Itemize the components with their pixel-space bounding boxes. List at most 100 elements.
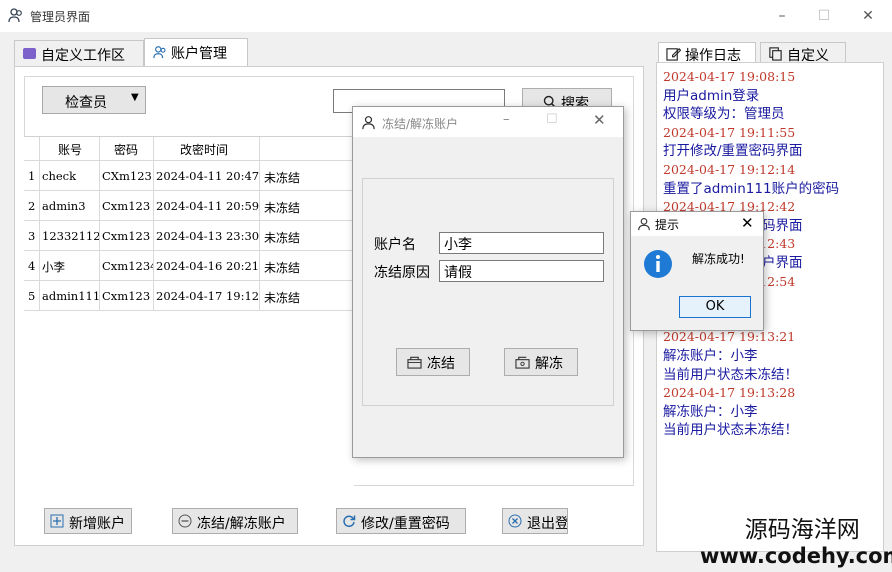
table-cell-index: 1 [24,161,40,190]
role-select[interactable]: 检查员 ▼ [42,86,146,114]
table-cell-status: 未冻结 [264,231,301,245]
log-message: 当前用户状态未冻结！ [663,422,798,439]
refresh-icon [343,515,356,528]
lock-icon [407,356,422,369]
table-cell-password: Cxm123 [100,281,154,310]
table-cell-password: CXm123 [100,161,154,190]
message-box-titlebar: 提示 ✕ [631,212,763,236]
users-app-icon [8,8,22,23]
log-message: 重置了admin111账户的密码 [663,180,840,197]
account-table: 账号 密码 改密时间 1checkCXm1232024-04-11 20:47:… [24,136,354,486]
minus-circle-icon [178,514,192,528]
table-cell-index: 2 [24,191,40,220]
table-row[interactable]: 5admin111Cxm1232024-04-17 19:12:14 未冻结 [24,281,354,311]
log-timestamp: 2024-04-17 19:13:28 [663,385,796,401]
window-title: 管理员界面 [30,10,91,24]
tab-label: 自定义工作区 [41,48,125,64]
header-password: 密码 [100,137,154,160]
table-cell-status: 未冻结 [264,261,301,275]
dialog-close-button[interactable]: ✕ [593,111,606,129]
watermark-line2: www.codehy.com [700,544,892,568]
table-cell-password: Cxm123 [100,191,154,220]
info-icon [644,250,672,278]
table-cell-index: 3 [24,221,40,250]
log-timestamp: 2024-04-17 19:11:55 [663,124,796,140]
log-message: 用户admin登录 [663,87,760,104]
unfreeze-button-label: 解冻 [535,356,563,372]
unfreeze-button[interactable]: 解冻 [504,348,578,376]
minimize-button[interactable]: – [770,6,794,26]
tab-custom-workspace[interactable]: 自定义工作区 [14,40,144,66]
role-select-value: 检查员 [65,95,107,111]
table-cell-account: 123321123 [40,221,100,250]
table-cell-password: Cxm1234 [100,251,154,280]
freeze-dialog-title: 冻结/解冻账户 [382,117,459,131]
edit-icon [666,48,681,61]
unlock-icon [515,356,530,369]
tab-label: 账户管理 [171,46,227,62]
maximize-button[interactable]: ☐ [812,6,836,26]
account-name-field[interactable]: 小李 [439,232,604,254]
user-icon [362,116,375,130]
close-button[interactable]: ✕ [856,6,880,26]
ok-button[interactable]: OK [679,296,751,318]
watermark: 源码海洋网 www.codehy.com [700,510,892,568]
table-cell-status: 未冻结 [264,201,301,215]
table-cell-time: 2024-04-11 20:59:56 [154,191,260,220]
tab-account-management[interactable]: 账户管理 [144,38,248,66]
freeze-account-button[interactable]: 冻结/解冻账户 [172,508,298,534]
watermark-line1: 源码海洋网 [744,517,860,543]
header-change-time: 改密时间 [154,137,260,160]
freeze-button-label: 冻结 [427,356,455,372]
reset-password-label: 修改/重置密码 [361,516,450,532]
add-account-label: 新增账户 [69,516,125,532]
title-bar: 管理员界面 – ☐ ✕ [0,0,892,32]
tab-custom[interactable]: 自定义 [760,42,846,64]
table-row[interactable]: 1checkCXm1232024-04-11 20:47:26 未冻结 [24,161,354,191]
table-cell-password: Cxm123 [100,221,154,250]
workspace-icon [23,48,36,59]
reset-password-button[interactable]: 修改/重置密码 [336,508,466,534]
logout-button[interactable]: 退出登 [502,508,568,534]
close-circle-icon [508,514,522,528]
copy-icon [769,47,782,61]
log-message: 解冻账户：小李 [663,347,758,364]
table-cell-time: 2024-04-17 19:12:14 [154,281,260,310]
table-cell-account: check [40,161,100,190]
dialog-maximize-button[interactable]: ☐ [546,112,558,127]
table-header: 账号 密码 改密时间 [24,137,354,161]
dialog-minimize-button[interactable]: – [503,112,510,127]
table-cell-account: 小李 [40,251,100,280]
header-account: 账号 [40,137,100,160]
account-name-label: 账户名 [374,237,416,253]
table-row[interactable]: 3123321123Cxm1232024-04-13 23:30:00 未冻结 [24,221,354,251]
logout-label: 退出登 [527,516,568,532]
log-message: 权限等级为：管理员 [663,106,785,123]
tab-operation-log[interactable]: 操作日志 [658,42,756,64]
message-box-close-button[interactable]: ✕ [741,214,754,232]
add-account-button[interactable]: 新增账户 [44,508,132,534]
table-cell-account: admin3 [40,191,100,220]
log-message: 解冻账户：小李 [663,403,758,420]
log-message: 当前用户状态未冻结！ [663,366,798,383]
log-timestamp: 2024-04-17 19:12:14 [663,161,796,177]
users-icon [153,46,166,59]
table-cell-time: 2024-04-11 20:47:26 [154,161,260,190]
freeze-reason-label: 冻结原因 [374,265,430,281]
table-cell-status: 未冻结 [264,291,301,305]
log-message: 打开修改/重置密码界面 [663,143,803,160]
table-cell-time: 2024-04-16 20:21:46 [154,251,260,280]
table-cell-index: 4 [24,251,40,280]
table-cell-time: 2024-04-13 23:30:00 [154,221,260,250]
message-box-title: 提示 [655,218,680,232]
freeze-dialog-titlebar: 冻结/解冻账户 – ☐ ✕ [353,107,623,137]
log-timestamp: 2024-04-17 19:08:15 [663,69,796,84]
table-cell-index: 5 [24,281,40,310]
table-row[interactable]: 2admin3Cxm1232024-04-11 20:59:56 未冻结 [24,191,354,221]
freeze-button[interactable]: 冻结 [396,348,470,376]
table-row[interactable]: 4小李Cxm12342024-04-16 20:21:46 未冻结 [24,251,354,281]
table-cell-account: admin111 [40,281,100,310]
message-box-text: 解冻成功! [692,252,745,266]
add-icon [50,514,64,528]
freeze-reason-field[interactable]: 请假 [439,260,604,282]
